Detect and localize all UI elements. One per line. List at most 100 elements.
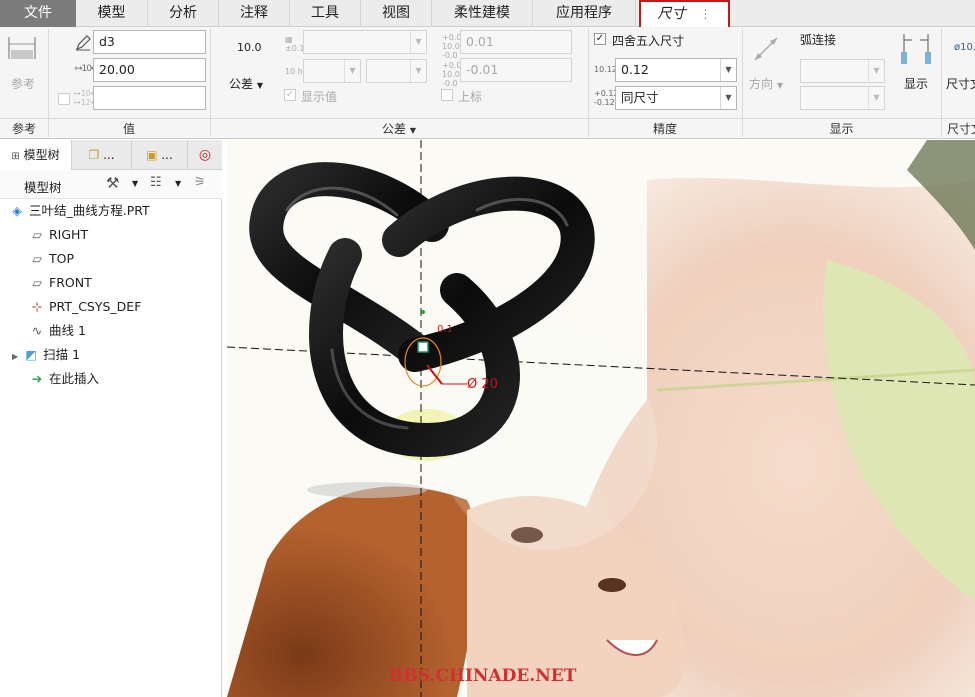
plane-icon: ▱ (32, 251, 42, 266)
upper-tol-icon: +0.0 10.0 -0.0 (442, 33, 462, 60)
tolerance-class-select[interactable]: ▼ (303, 59, 361, 83)
model-tree-toolbar: 模型树 ⚒ ▼ ☷ ▼ ⚞ (0, 171, 222, 199)
tab-applications[interactable]: 应用程序 (533, 0, 636, 27)
superscript-checkbox[interactable] (441, 89, 453, 101)
insert-arrow-icon: ➔ (31, 371, 43, 386)
tree-item-right[interactable]: ▱ RIGHT (28, 224, 88, 246)
direction-icon[interactable] (750, 33, 782, 65)
witness-line-icon[interactable] (898, 32, 934, 66)
tab-view[interactable]: 视图 (361, 0, 432, 27)
dimension-value-label[interactable]: Ø 20 (467, 377, 498, 392)
viewport-canvas[interactable] (227, 140, 975, 697)
graphics-viewport[interactable]: Ø 20 0.1 BBS.CHINADE.NET (227, 140, 975, 697)
tree-item-top[interactable]: ▱ TOP (28, 248, 74, 270)
superscript-label: 上标 (458, 90, 483, 104)
chevron-down-icon: ▼ (868, 60, 884, 82)
tolerance-table-select[interactable]: ▼ (303, 30, 427, 54)
tab-folder[interactable]: ▣ ... (132, 140, 188, 170)
dimension-name-field[interactable]: d3 (93, 30, 206, 54)
watermark-text: BBS.CHINADE.NET (389, 666, 577, 686)
arc-style-select[interactable]: ▼ (800, 86, 885, 110)
tolerance-nominal-icon: 10.0 (237, 41, 262, 54)
reference-button[interactable]: 参考 (11, 75, 35, 92)
reference-icon[interactable] (5, 33, 41, 65)
round-dimension-checkbox[interactable]: ✓ (594, 33, 606, 45)
chevron-down-icon: ▼ (409, 126, 416, 135)
expand-arrow-icon[interactable]: ▶ (12, 352, 18, 361)
tree-item-csys[interactable]: ⊹ PRT_CSYS_DEF (28, 296, 142, 318)
tolerance-table-icon: ▦ ±0.1 (285, 35, 305, 53)
group-tolerance-label[interactable]: 公差 ▼ (210, 118, 588, 138)
tree-item-root[interactable]: ◈ 三叶结_曲线方程.PRT (8, 200, 150, 222)
tab-model[interactable]: 模型 (76, 0, 148, 27)
upper-tolerance-field[interactable]: 0.01 (460, 30, 572, 54)
chevron-down-icon: ▼ (720, 87, 736, 109)
tolerance-button[interactable]: 公差 ▼ (229, 75, 263, 92)
list-icon[interactable]: ☷ (150, 175, 162, 190)
point-marker-icon (421, 310, 425, 314)
dimension-text-button[interactable]: 尺寸文 (946, 75, 975, 92)
photo-eye (598, 578, 626, 592)
ribbon-tab-bar: 文件 模型 分析 注释 工具 视图 柔性建模 应用程序 尺寸 ⋮ (0, 0, 975, 28)
tab-more-icon[interactable]: ⋮ (700, 7, 712, 21)
dimension-text-icon: ø10. (954, 42, 975, 53)
panel-tabs: ⊞ 模型树 ❐ ... ▣ ... ◎ (0, 140, 222, 170)
show-value-checkbox[interactable]: ✓ (284, 89, 296, 101)
tab-layers[interactable]: ❐ ... (72, 140, 132, 170)
show-button[interactable]: 显示 (904, 75, 928, 92)
tolerance-grade-select[interactable]: ▼ (366, 59, 427, 83)
arc-connection-label: 弧连接 (800, 33, 837, 47)
settings-tools-icon[interactable]: ⚒ (106, 174, 119, 192)
group-value-label: 值 (48, 118, 210, 138)
plane-icon: ▱ (32, 227, 42, 242)
filter-icon[interactable]: ⚞ (194, 175, 206, 190)
tree-item-front[interactable]: ▱ FRONT (28, 272, 92, 294)
pencil-icon (74, 34, 92, 52)
dimension-tag-label[interactable]: 0.1 (437, 324, 453, 335)
tab-flexible-modeling[interactable]: 柔性建模 (432, 0, 533, 27)
tab-model-tree[interactable]: ⊞ 模型树 (0, 140, 72, 170)
chevron-down-icon: ▼ (776, 81, 783, 90)
chevron-down-icon: ▼ (344, 60, 360, 82)
group-dimension-text-label: 尺寸文 (941, 118, 975, 138)
chevron-down-icon: ▼ (410, 60, 426, 82)
decimal-places-select[interactable]: 0.12 ▼ (615, 58, 737, 82)
part-icon: ◈ (12, 203, 22, 218)
group-precision-label: 精度 (588, 118, 742, 138)
value-checkbox[interactable] (58, 93, 70, 105)
tolerance-decimals-select[interactable]: 同尺寸 ▼ (615, 86, 737, 110)
tree-item-curve[interactable]: ∿ 曲线 1 (28, 320, 86, 342)
dimension-value-field[interactable]: 20.00 (93, 58, 206, 82)
show-value-label: 显示值 (301, 90, 338, 104)
tab-tools[interactable]: 工具 (290, 0, 361, 27)
chevron-down-icon: ▼ (868, 87, 884, 109)
direction-button[interactable]: 方向 ▼ (749, 75, 783, 92)
chevron-down-icon: ▼ (720, 59, 736, 81)
chevron-down-icon: ▼ (410, 31, 426, 53)
arc-connection-select[interactable]: ▼ (800, 59, 885, 83)
chevron-down-icon[interactable]: ▼ (175, 179, 181, 188)
model-tree-panel: ⊞ 模型树 ❐ ... ▣ ... ◎ 模型树 ⚒ ▼ ☷ ▼ ⚞ ◈ 三叶结_曲… (0, 140, 222, 697)
dual-value-field[interactable] (93, 86, 206, 110)
chevron-down-icon[interactable]: ▼ (132, 179, 138, 188)
layers-icon: ❐ (88, 148, 100, 162)
tab-file[interactable]: 文件 (0, 0, 76, 27)
target-icon: ◎ (198, 147, 212, 163)
csys-marker-icon[interactable] (417, 341, 429, 353)
lower-tol-icon: +0.0 10.0 -0.0 (442, 61, 462, 88)
tab-favorites[interactable]: ◎ (188, 140, 222, 170)
sweep-icon: ◩ (25, 347, 38, 362)
tab-annotate[interactable]: 注释 (219, 0, 290, 27)
chevron-down-icon: ▼ (256, 81, 263, 90)
tab-dimension[interactable]: 尺寸 ⋮ (639, 0, 730, 28)
tree-item-insert-here[interactable]: ➔ 在此插入 (28, 368, 99, 390)
tree-item-sweep[interactable]: ▶ ◩ 扫描 1 (12, 344, 80, 366)
model-tree-title: 模型树 (24, 180, 62, 195)
lower-tolerance-field[interactable]: -0.01 (460, 58, 572, 82)
csys-icon: ⊹ (31, 299, 43, 314)
knot-shadow (307, 482, 427, 498)
tab-analysis[interactable]: 分析 (148, 0, 219, 27)
group-display-label: 显示 (742, 118, 941, 138)
tab-dimension-label: 尺寸 (657, 6, 686, 22)
tree-icon: ⊞ (11, 151, 20, 162)
